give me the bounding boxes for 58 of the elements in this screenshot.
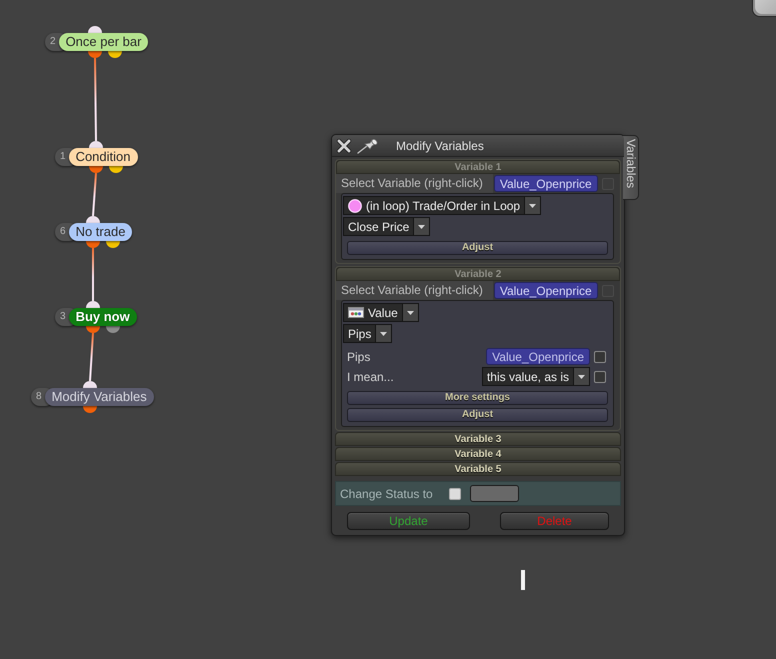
- circle-icon: [348, 198, 362, 212]
- field-label: I mean...: [346, 370, 394, 384]
- output-pin-icon[interactable]: [88, 51, 102, 58]
- checkbox[interactable]: [594, 370, 606, 382]
- dropdown[interactable]: Close Price: [343, 217, 430, 236]
- output-pin-icon[interactable]: [86, 241, 100, 248]
- status-label: Change Status to: [340, 486, 433, 500]
- input-pin-icon[interactable]: [86, 301, 100, 308]
- node-label[interactable]: Buy now: [68, 308, 137, 326]
- output-pin-icon[interactable]: [83, 406, 97, 413]
- variables-tab[interactable]: Variables: [623, 135, 639, 200]
- input-pin-icon[interactable]: [83, 381, 97, 388]
- dropdown[interactable]: this value, as is: [482, 367, 590, 386]
- select-variable-label: Select Variable (right-click): [336, 281, 493, 300]
- variable-field[interactable]: Value_Openprice: [494, 282, 598, 299]
- dropdown[interactable]: (in loop) Trade/Order in Loop: [343, 196, 542, 215]
- input-pin-icon[interactable]: [88, 26, 102, 33]
- caret-icon: [573, 367, 590, 386]
- checkbox[interactable]: [448, 488, 461, 500]
- update-button[interactable]: Update: [347, 512, 470, 530]
- caret-icon: [402, 303, 419, 322]
- status-field[interactable]: [470, 485, 519, 502]
- output-pin-icon[interactable]: [86, 326, 100, 333]
- section-header[interactable]: Variable 3: [335, 432, 621, 446]
- output-pin-icon[interactable]: [106, 326, 120, 333]
- section-header[interactable]: Variable 5: [335, 462, 621, 476]
- output-pin-icon[interactable]: [109, 166, 123, 173]
- select-variable-label: Select Variable (right-click): [336, 174, 493, 193]
- caret-icon: [524, 196, 542, 215]
- panel-button[interactable]: Adjust: [347, 241, 608, 255]
- connector-line: [92, 172, 97, 216]
- connector-line: [89, 332, 94, 382]
- input-pin-icon[interactable]: [86, 216, 100, 223]
- node-label[interactable]: Once per bar: [58, 33, 148, 51]
- variable-field[interactable]: Value_Openprice: [494, 175, 598, 192]
- text-cursor-icon: [521, 570, 525, 590]
- number-box-icon: [348, 307, 364, 318]
- panel-button[interactable]: Adjust: [347, 408, 608, 422]
- output-pin-icon[interactable]: [106, 241, 120, 248]
- panel-button[interactable]: More settings: [347, 391, 608, 405]
- output-pin-icon[interactable]: [108, 51, 122, 58]
- caret-icon: [413, 217, 430, 236]
- node-label[interactable]: Condition: [68, 148, 138, 166]
- close-icon[interactable]: [337, 138, 351, 152]
- dropdown[interactable]: Pips: [343, 324, 392, 343]
- input-pin-icon[interactable]: [89, 141, 103, 148]
- caret-icon: [375, 324, 392, 343]
- section-header[interactable]: Variable 4: [335, 447, 621, 461]
- connector-line: [92, 248, 94, 301]
- node-label[interactable]: Modify Variables: [44, 388, 154, 406]
- node-label[interactable]: No trade: [68, 223, 132, 241]
- dropdown[interactable]: Value: [343, 303, 419, 322]
- output-pin-icon[interactable]: [89, 166, 103, 173]
- pin-icon[interactable]: [357, 138, 379, 154]
- window-title: Modify Variables: [396, 138, 484, 152]
- field-label: Pips: [346, 350, 370, 364]
- checkbox[interactable]: [594, 350, 606, 362]
- variable-field[interactable]: Value_Openprice: [486, 348, 590, 365]
